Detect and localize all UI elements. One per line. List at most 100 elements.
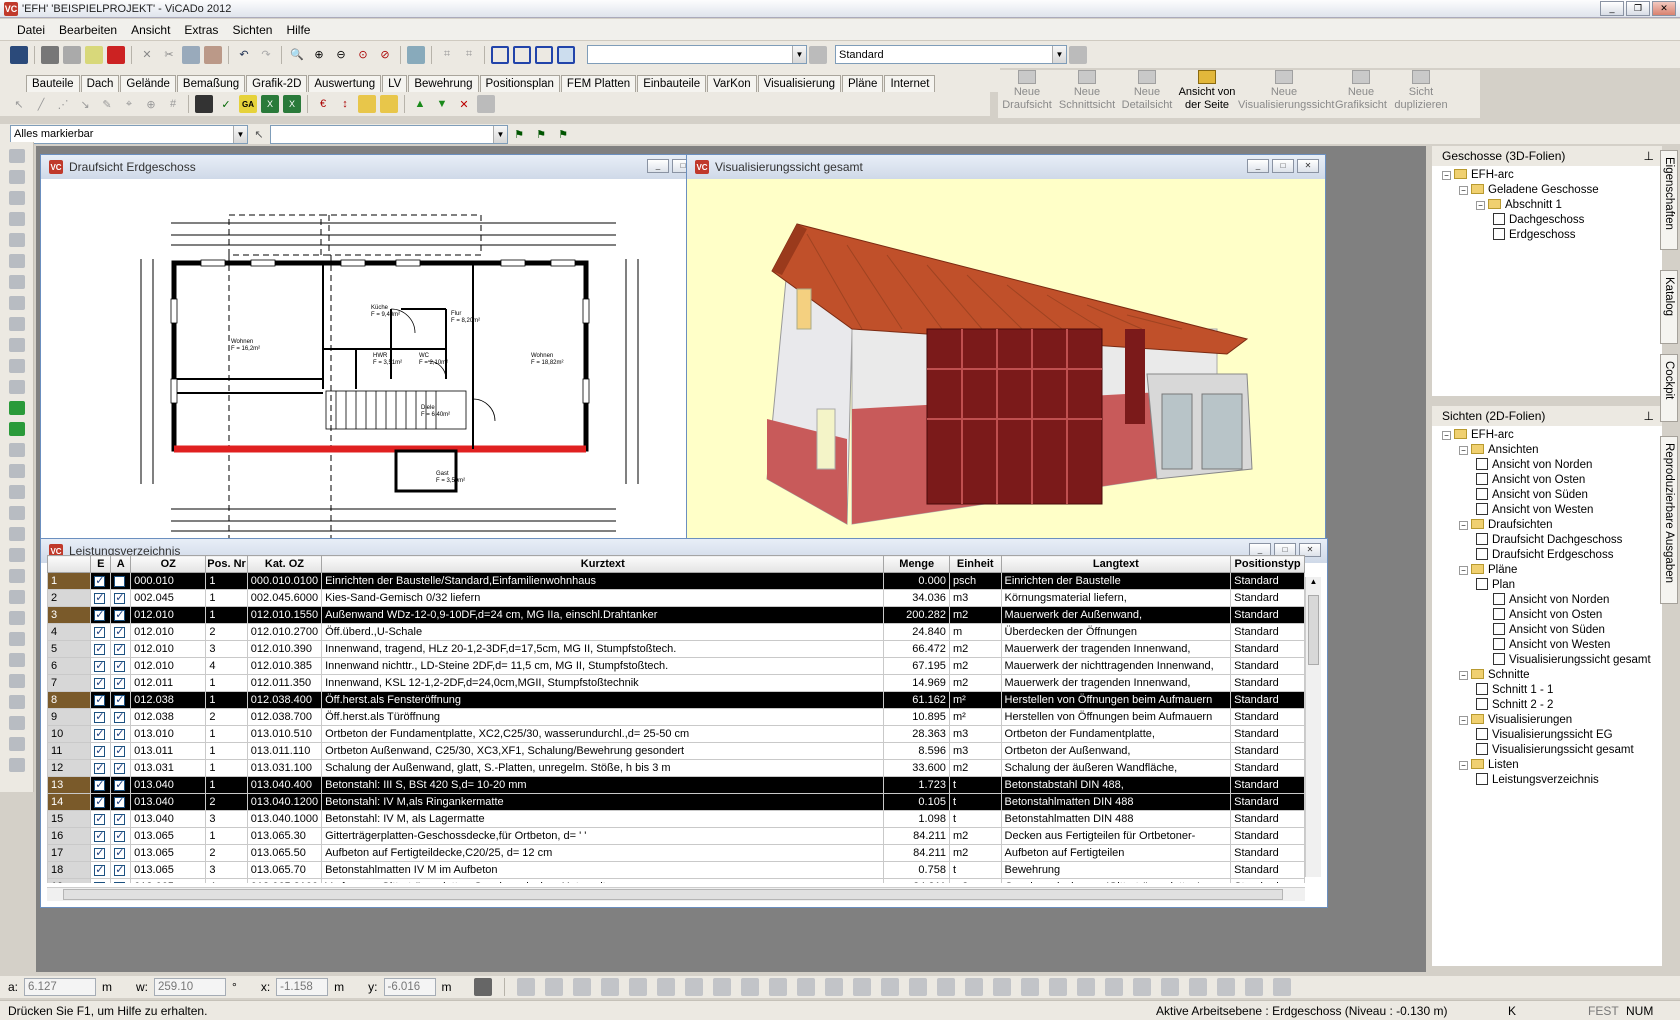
snap-mode-icon[interactable]: [824, 978, 843, 996]
e-cell[interactable]: [90, 725, 112, 743]
table-row[interactable]: 12 013.0311013.031.100Schalung der Außenw…: [47, 759, 1305, 777]
floorplan-window[interactable]: VCDraufsicht Erdgeschoss _□✕: [40, 154, 726, 554]
a-checkbox[interactable]: [114, 761, 126, 774]
typ-cell[interactable]: Standard: [1230, 793, 1305, 811]
filter-b-icon[interactable]: ⚑: [532, 125, 550, 143]
pos-cell[interactable]: 2: [205, 844, 248, 862]
lv-vertical-scrollbar[interactable]: ▲: [1305, 577, 1321, 877]
e-checkbox[interactable]: [94, 846, 106, 859]
langtext-cell[interactable]: Mauerwerk der nichttragenden Innenwand,: [1000, 657, 1232, 675]
a-checkbox[interactable]: [114, 625, 126, 638]
langtext-cell[interactable]: Betonstahlmatten DIN 488: [1000, 810, 1232, 828]
tool-icon[interactable]: [8, 632, 25, 646]
e-checkbox[interactable]: [94, 574, 106, 587]
tool-icon[interactable]: [8, 611, 25, 625]
minimize-button[interactable]: _: [647, 159, 669, 173]
e-cell[interactable]: [90, 708, 112, 726]
tree-item[interactable]: Visualisierungssicht gesamt: [1442, 743, 1662, 758]
a-cell[interactable]: [110, 674, 132, 692]
einheit-cell[interactable]: t: [948, 776, 1002, 794]
menu-item-2[interactable]: Ansicht: [124, 23, 177, 37]
snap-mode-icon[interactable]: [1132, 978, 1151, 996]
pos-cell[interactable]: 3: [205, 861, 248, 879]
tab-12[interactable]: Visualisierung: [757, 75, 842, 92]
kurztext-cell[interactable]: Innenwand nichttr., LD-Steine 2DF,d= 11,…: [321, 657, 885, 675]
typ-cell[interactable]: Standard: [1230, 640, 1305, 658]
tool-icon[interactable]: [8, 317, 25, 331]
kurztext-cell[interactable]: Gitterträgerplatten-Geschossdecke,für Or…: [321, 827, 885, 845]
kat-cell[interactable]: 013.040.1200: [246, 793, 323, 811]
e-cell[interactable]: [90, 657, 112, 675]
pos-cell[interactable]: 3: [205, 810, 248, 828]
a-cell[interactable]: [110, 742, 132, 760]
tool-icon[interactable]: [8, 380, 25, 394]
snap-mode-icon[interactable]: [1020, 978, 1039, 996]
kurztext-cell[interactable]: Betonstahl: IV M, als Lagermatte: [321, 810, 885, 828]
pos-cell[interactable]: 1: [205, 742, 248, 760]
e-cell[interactable]: [90, 827, 112, 845]
a-cell[interactable]: [110, 606, 132, 624]
oz-cell[interactable]: 013.031: [130, 759, 207, 777]
kat-cell[interactable]: 012.038.700: [246, 708, 323, 726]
hscroll-thumb[interactable]: [63, 889, 1283, 900]
kat-cell[interactable]: 013.065.70: [246, 861, 323, 879]
scroll-thumb[interactable]: [1308, 595, 1319, 665]
tree-item[interactable]: Ansicht von Süden: [1442, 623, 1662, 638]
e-cell[interactable]: [90, 674, 112, 692]
a-checkbox[interactable]: [114, 693, 126, 706]
menu-item-4[interactable]: Sichten: [225, 23, 279, 37]
view-button-1[interactable]: Neue Schnittsicht: [1058, 70, 1116, 118]
tool-icon[interactable]: [8, 569, 25, 583]
menge-cell[interactable]: 84.211: [883, 878, 950, 883]
column-header[interactable]: Kurztext: [321, 555, 885, 573]
kat-cell[interactable]: 012.010.1550: [246, 606, 323, 624]
table-row[interactable]: 8 012.0381012.038.400Öff.herst.als Fenste…: [47, 691, 1305, 709]
tab-13[interactable]: Pläne: [842, 75, 884, 92]
pos-cell[interactable]: 1: [205, 691, 248, 709]
a-checkbox[interactable]: [114, 829, 126, 842]
tool-icon[interactable]: [8, 506, 25, 520]
pos-cell[interactable]: 1: [205, 674, 248, 692]
a-cell[interactable]: [110, 810, 132, 828]
tool-icon[interactable]: [8, 695, 25, 709]
e-checkbox[interactable]: [94, 812, 106, 825]
tool-icon[interactable]: [8, 149, 25, 163]
menge-cell[interactable]: 24.840: [883, 623, 950, 641]
menge-cell[interactable]: 0.758: [883, 861, 950, 879]
kat-cell[interactable]: 013.040.1000: [246, 810, 323, 828]
snap-mode-icon[interactable]: [1272, 978, 1291, 996]
menu-item-5[interactable]: Hilfe: [279, 23, 317, 37]
snap-mode-icon[interactable]: [908, 978, 927, 996]
typ-cell[interactable]: Standard: [1230, 657, 1305, 675]
table-row[interactable]: 2 002.0451002.045.6000Kies-Sand-Gemisch 0…: [47, 589, 1305, 607]
table-row[interactable]: 11 013.0111013.011.110Ortbeton Außenwand,…: [47, 742, 1305, 760]
layer-settings-icon[interactable]: [809, 45, 827, 64]
a-checkbox[interactable]: [114, 591, 126, 604]
table-row[interactable]: 10013.0101013.010.510Ortbeton der Fundam…: [47, 725, 1305, 743]
column-header[interactable]: Kat. OZ: [246, 555, 323, 573]
kurztext-cell[interactable]: Betonstahl: III S, BSt 420 S,d= 10-20 mm: [321, 776, 885, 794]
pos-cell[interactable]: 2: [205, 708, 248, 726]
selection-filter-combo[interactable]: Alles markierbar ▼: [10, 124, 248, 144]
table-row[interactable]: 9 012.0382012.038.700Öff.herst.als Türöff…: [47, 708, 1305, 726]
restore-button[interactable]: ❐: [1626, 1, 1650, 16]
table-row[interactable]: 19 013.0654013.065.2100Verfugung, Gittert…: [47, 878, 1305, 883]
menge-cell[interactable]: 28.363: [883, 725, 950, 743]
kurztext-cell[interactable]: Außenwand WDz-12-0,9-10DF,d=24 cm, MG II…: [321, 606, 885, 624]
pin-icon[interactable]: ⊥: [1644, 146, 1654, 166]
e-cell[interactable]: [90, 759, 112, 777]
view-button-4[interactable]: Neue Visualisierungssicht: [1238, 70, 1334, 118]
view-button-3[interactable]: Ansicht von der Seite: [1178, 70, 1236, 118]
kat-cell[interactable]: 012.010.390: [246, 640, 323, 658]
minimize-button[interactable]: _: [1247, 159, 1269, 173]
langtext-cell[interactable]: Mauerwerk der tragenden Innenwand,: [1000, 674, 1232, 692]
grid-snap-icon[interactable]: ⌗: [460, 46, 478, 64]
typ-cell[interactable]: Standard: [1230, 725, 1305, 743]
snap-mode-icon[interactable]: [684, 978, 703, 996]
column-header[interactable]: Pos. Nr: [205, 555, 248, 573]
snap-mode-icon[interactable]: [600, 978, 619, 996]
collapse-icon[interactable]: −: [1459, 761, 1468, 770]
collapse-icon[interactable]: −: [1459, 186, 1468, 195]
menu-item-3[interactable]: Extras: [177, 23, 225, 37]
kat-cell[interactable]: 002.045.6000: [246, 589, 323, 607]
